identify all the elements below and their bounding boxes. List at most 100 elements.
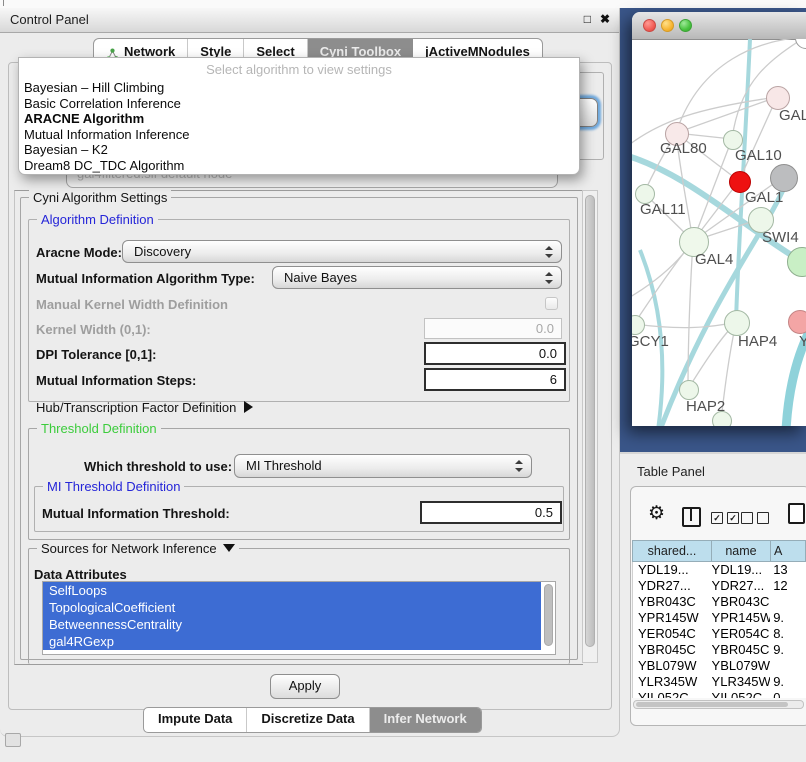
network-node[interactable] xyxy=(679,380,699,400)
float-window-icon[interactable]: □ xyxy=(584,12,591,26)
algorithm-dropdown-popup: Select algorithm to view settings Bayesi… xyxy=(18,57,580,175)
zoom-traffic-light[interactable] xyxy=(679,19,692,32)
table-cell: YPR145W xyxy=(712,610,771,626)
network-node[interactable] xyxy=(770,164,798,192)
bottom-tabbar: Impute Data Discretize Data Infer Networ… xyxy=(143,707,482,733)
dpi-tolerance-field[interactable]: 0.0 xyxy=(424,342,566,365)
sources-group-title[interactable]: Sources for Network Inference xyxy=(37,541,239,556)
settings-scrollbar[interactable] xyxy=(582,190,598,663)
control-panel-window: Control Panel □ ✖ Network Style Select xyxy=(0,8,620,737)
table-panel-title: Table Panel xyxy=(637,464,705,479)
threshold-definition-title: Threshold Definition xyxy=(37,421,161,436)
table-cell: YER054C xyxy=(633,626,712,642)
network-node-label: GAL10 xyxy=(735,147,782,164)
select-all-columns-icon[interactable]: ✓ ✓ xyxy=(711,512,739,524)
tab-impute-data[interactable]: Impute Data xyxy=(144,708,247,732)
dropdown-item-mutual-information[interactable]: Mutual Information Inference xyxy=(19,127,579,143)
app-screen: Control Panel □ ✖ Network Style Select xyxy=(0,0,806,762)
network-node[interactable] xyxy=(712,411,732,426)
table-row[interactable]: YBL079WYBL079W xyxy=(633,658,806,674)
list-item-selected[interactable]: BetweennessCentrality xyxy=(43,616,541,633)
column-header-shared-name[interactable]: shared... xyxy=(632,540,711,562)
combo-arrows-icon xyxy=(545,245,553,259)
table-row[interactable]: YBR045CYBR045C9. xyxy=(633,642,806,658)
mi-steps-field[interactable]: 6 xyxy=(424,368,566,391)
dropdown-item-bayesian-k2[interactable]: Bayesian – K2 xyxy=(19,142,579,158)
show-columns-icon[interactable] xyxy=(682,507,701,527)
table-cell: YER054C xyxy=(712,626,771,642)
network-node[interactable] xyxy=(788,310,806,334)
dropdown-item-dream8[interactable]: Dream8 DC_TDC Algorithm xyxy=(19,158,579,174)
data-attributes-list[interactable]: SelfLoops TopologicalCoefficient Between… xyxy=(42,581,556,655)
checked-box-icon: ✓ xyxy=(711,512,723,524)
table-cell: YDL19... xyxy=(633,562,712,578)
tab-discretize-data[interactable]: Discretize Data xyxy=(247,708,369,732)
expand-right-arrow-icon xyxy=(244,401,253,413)
network-canvas[interactable]: GALGAL80GAL10GAL11GAL1SWI4GAL4GCY1HAP4YH… xyxy=(632,39,806,426)
close-traffic-light[interactable] xyxy=(643,19,656,32)
list-item-selected[interactable]: TopologicalCoefficient xyxy=(43,599,541,616)
kernel-width-value: 0.0 xyxy=(536,319,554,338)
table-row[interactable]: YDR27...YDR27...12 xyxy=(633,578,806,594)
network-node-label: SWI4 xyxy=(762,229,799,246)
aracne-mode-combobox[interactable]: Discovery xyxy=(122,240,562,263)
tab-infer-network[interactable]: Infer Network xyxy=(370,708,481,732)
mi-steps-label: Mutual Information Steps: xyxy=(36,373,196,388)
network-view-window: GALGAL80GAL10GAL11GAL1SWI4GAL4GCY1HAP4YH… xyxy=(632,12,806,426)
table-row[interactable]: YPR145WYPR145W9. xyxy=(633,610,806,626)
top-strip-tick xyxy=(3,0,4,6)
minimize-traffic-light[interactable] xyxy=(661,19,674,32)
table-cell: YBR043C xyxy=(633,594,712,610)
table-cell: YIL052C xyxy=(712,690,771,698)
minimized-panel-icon[interactable] xyxy=(5,733,21,747)
unchecked-box-icon xyxy=(757,512,769,524)
column-header-partial[interactable]: A xyxy=(770,540,806,562)
manual-kernel-width-checkbox[interactable] xyxy=(545,297,558,310)
table-hscrollbar-thumb[interactable] xyxy=(636,702,788,707)
table-cell: 9. xyxy=(770,610,806,626)
deselect-all-columns-icon[interactable] xyxy=(741,512,769,524)
column-header-name[interactable]: name xyxy=(711,540,770,562)
network-window-titlebar[interactable] xyxy=(632,12,806,40)
dpi-tolerance-value: 0.0 xyxy=(539,344,557,363)
mi-steps-value: 6 xyxy=(550,370,557,389)
network-icon xyxy=(106,45,119,58)
table-cell: 13 xyxy=(770,562,806,578)
export-table-file-icon[interactable] xyxy=(788,503,805,524)
table-cell xyxy=(770,658,806,674)
table-row[interactable]: YIL052CYIL052C0. xyxy=(633,690,806,698)
table-row[interactable]: YER054CYER054C8. xyxy=(633,626,806,642)
close-panel-icon[interactable]: ✖ xyxy=(600,12,610,26)
list-item-selected[interactable]: gal4RGexp xyxy=(43,633,541,650)
mi-algorithm-type-combobox[interactable]: Naive Bayes xyxy=(272,266,562,289)
hub-definition-expander[interactable]: Hub/Transcription Factor Definition xyxy=(36,400,253,415)
which-threshold-combobox[interactable]: MI Threshold xyxy=(234,454,532,478)
mi-threshold-definition-title: MI Threshold Definition xyxy=(43,479,184,494)
table-row[interactable]: YBR043CYBR043C xyxy=(633,594,806,610)
table-row[interactable]: YDL19...YDL19...13 xyxy=(633,562,806,578)
table-cell: 9. xyxy=(770,642,806,658)
mi-threshold-field[interactable]: 0.5 xyxy=(420,501,562,524)
network-node-label: GAL4 xyxy=(695,251,733,268)
network-node-label: GCY1 xyxy=(632,333,669,350)
table-cell: YDR27... xyxy=(633,578,712,594)
table-cell: YIL052C xyxy=(633,690,712,698)
table-horizontal-scrollbar[interactable] xyxy=(633,700,804,709)
table-cell: YBR045C xyxy=(633,642,712,658)
list-item-selected[interactable]: SelfLoops xyxy=(43,582,541,599)
dropdown-item-aracne[interactable]: ARACNE Algorithm xyxy=(19,111,579,127)
table-cell: 0. xyxy=(770,690,806,698)
control-panel-title: Control Panel xyxy=(10,12,89,27)
table-cell: YBL079W xyxy=(712,658,771,674)
table-panel-separator xyxy=(620,452,806,454)
table-settings-gear-icon[interactable]: ⚙ xyxy=(648,504,665,524)
dropdown-item-bayesian-hill-climbing[interactable]: Bayesian – Hill Climbing xyxy=(19,80,579,96)
dropdown-item-basic-correlation[interactable]: Basic Correlation Inference xyxy=(19,96,579,112)
settings-scrollbar-thumb[interactable] xyxy=(585,195,595,647)
apply-button[interactable]: Apply xyxy=(270,674,340,699)
checked-box-icon: ✓ xyxy=(727,512,739,524)
table-row[interactable]: YLR345WYLR345W9. xyxy=(633,674,806,690)
algorithm-definition-title: Algorithm Definition xyxy=(37,212,158,227)
manual-kernel-width-label: Manual Kernel Width Definition xyxy=(36,297,228,312)
attributes-scrollbar-thumb[interactable] xyxy=(544,584,553,646)
